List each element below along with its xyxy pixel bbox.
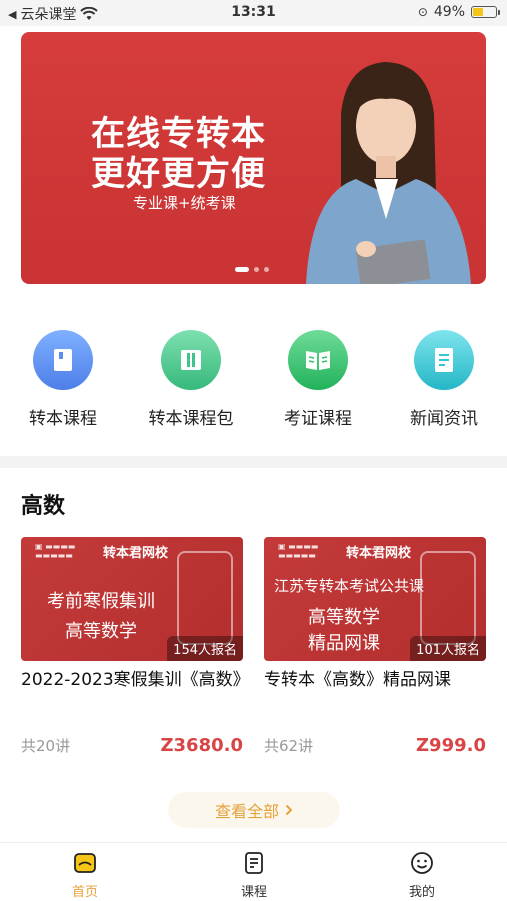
banner-title-line2: 更好更方便 [91,154,266,194]
brand-name: 转本君网校 [103,545,169,561]
view-all-button[interactable]: 查看全部 [168,792,340,828]
course-icon [245,852,263,874]
quick-nav-item-certificate-courses[interactable]: 考证课程 [263,330,373,429]
enrollment-badge: 154人报名 [167,636,243,661]
quick-nav-label: 转本课程 [29,409,97,429]
quick-nav-label: 新闻资讯 [410,409,478,429]
carousel-dot[interactable] [254,267,259,272]
course-thumbnail[interactable]: ▣ ▬▬▬▬ ▬▬▬▬▬ 转本君网校 考前寒假集训 高等数学 154人报名 [21,537,243,661]
course-thumbnail[interactable]: ▣ ▬▬▬▬ ▬▬▬▬▬ 转本君网校 江苏专转本考试公共课 高等数学 精品网课 1… [264,537,486,661]
banner-title-line1: 在线专转本 [91,114,266,154]
brand-name: 转本君网校 [346,545,412,561]
quick-nav-item-news[interactable]: 新闻资讯 [389,330,499,429]
bottom-tab-bar: 首页 课程 我的 [0,842,507,901]
chevron-right-icon [285,804,293,816]
school-logo-icon: ▣ ▬▬▬▬ ▬▬▬▬▬ [278,542,319,560]
quick-nav-label: 考证课程 [284,409,352,429]
section-title: 高数 [21,494,66,519]
battery-level [473,8,483,16]
lesson-count: 共20讲 [21,737,71,755]
section-divider [0,456,507,468]
carousel-dots [235,267,269,272]
thumbnail-line1: 江苏专转本考试公共课 [273,577,424,595]
tab-label: 首页 [71,885,98,900]
banner-model-image [306,62,471,284]
thumbnail-line3: 精品网课 [308,633,380,654]
course-price: Z999.0 [416,735,486,756]
lesson-count: 共62讲 [264,737,314,755]
view-all-label: 查看全部 [214,802,279,821]
banner-title: 在线专转本 更好更方便 [91,114,266,194]
course-price: Z3680.0 [160,735,243,756]
phone-icon [177,551,233,645]
tab-label: 我的 [408,885,435,900]
quick-nav-label: 转本课程包 [148,409,234,429]
carousel-dot[interactable] [235,267,249,272]
course-card[interactable]: ▣ ▬▬▬▬ ▬▬▬▬▬ 转本君网校 考前寒假集训 高等数学 154人报名 202… [21,537,250,756]
quick-nav: 转本课程 转本课程包 考证课程 新闻资讯 [0,330,507,430]
thumbnail-line2: 高等数学 [308,607,380,628]
banner-subtitle: 专业课+统考课 [133,194,236,212]
book-icon [33,330,93,390]
quick-nav-item-transfer-courses[interactable]: 转本课程 [8,330,118,429]
course-footer: 共20讲 Z3680.0 [21,735,243,756]
tab-courses[interactable]: 课程 [204,851,304,900]
open-book-icon [288,330,348,390]
package-icon [161,330,221,390]
carousel-dot[interactable] [264,267,269,272]
enrollment-badge: 101人报名 [410,636,486,661]
course-card[interactable]: ▣ ▬▬▬▬ ▬▬▬▬▬ 转本君网校 江苏专转本考试公共课 高等数学 精品网课 1… [264,537,486,756]
tab-home[interactable]: 首页 [35,851,135,900]
phone-icon [420,551,476,645]
status-right: ⊙ 49% [417,4,500,20]
course-title[interactable]: 专转本《高数》精品网课 [264,669,486,713]
thumbnail-line1: 考前寒假集训 [47,591,155,612]
quick-nav-item-course-package[interactable]: 转本课程包 [136,330,246,429]
promo-banner[interactable]: 在线专转本 更好更方便 专业课+统考课 [21,32,486,284]
course-footer: 共62讲 Z999.0 [264,735,486,756]
battery-icon [471,6,500,18]
school-logo-icon: ▣ ▬▬▬▬ ▬▬▬▬▬ [35,542,76,560]
battery-percent: 49% [433,4,465,20]
tab-profile[interactable]: 我的 [372,851,472,900]
orientation-lock-icon: ⊙ [417,5,428,19]
thumbnail-line2: 高等数学 [65,621,137,642]
course-title[interactable]: 2022-2023寒假集训《高数》 [21,669,250,713]
tab-label: 课程 [240,885,267,900]
profile-icon [411,852,433,874]
status-bar: ◀ 云朵课堂 13:31 ⊙ 49% [0,0,507,26]
document-icon [414,330,474,390]
home-icon [74,853,96,873]
